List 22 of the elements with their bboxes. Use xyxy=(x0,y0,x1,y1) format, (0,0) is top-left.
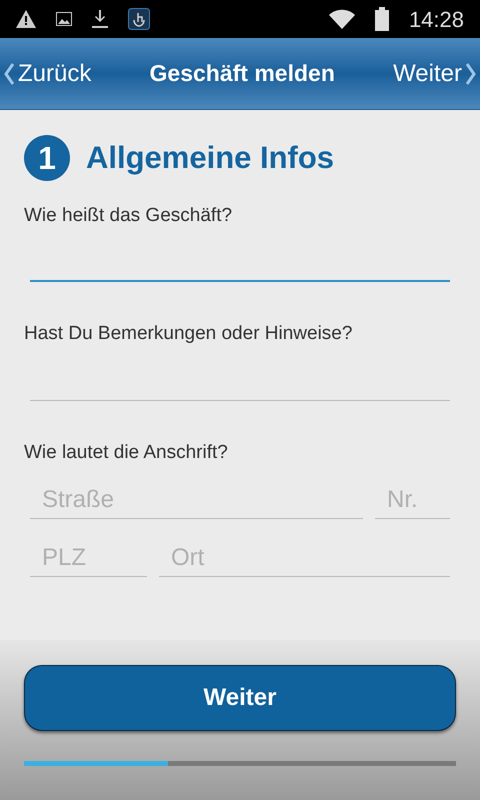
clock-time: 14:28 xyxy=(408,6,464,34)
input-field[interactable]: PLZ xyxy=(30,539,147,577)
image-icon xyxy=(56,12,72,26)
step-number: 1 xyxy=(24,135,70,182)
back-button[interactable]: Zurück xyxy=(4,56,92,92)
question-label: Hast Du Bemerkungen oder Hinweise? xyxy=(24,322,354,346)
continue-button[interactable]: Weiter xyxy=(24,665,456,731)
screen-title: Geschäft melden xyxy=(150,59,335,88)
input-field[interactable]: Nr. xyxy=(375,481,450,519)
touch-icon xyxy=(128,8,150,30)
battery-icon xyxy=(374,7,389,31)
download-icon xyxy=(92,10,108,28)
question-label: Wie heißt das Geschäft? xyxy=(24,204,234,228)
input-field[interactable]: Ort xyxy=(159,539,450,577)
section-title: Allgemeine Infos xyxy=(86,139,334,177)
question-label: Wie lautet die Anschrift? xyxy=(24,440,229,464)
wifi-icon xyxy=(328,9,355,29)
chevron-right-icon xyxy=(466,62,476,84)
chevron-left-icon xyxy=(4,62,14,84)
next-button[interactable]: Weiter xyxy=(393,56,476,92)
input-field[interactable]: Straße xyxy=(30,481,363,519)
warning-icon xyxy=(16,10,36,28)
